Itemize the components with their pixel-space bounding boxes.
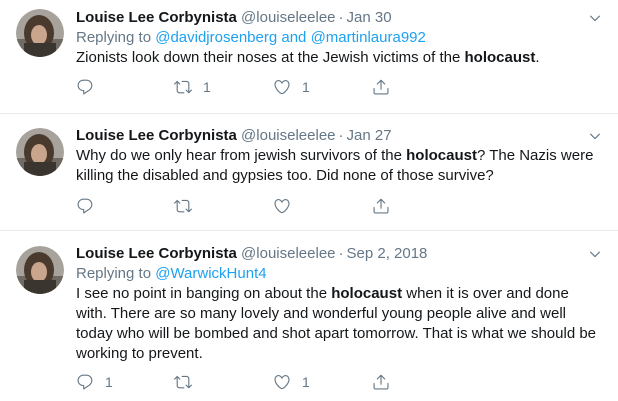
text-segment: I see no point in banging on about the bbox=[76, 285, 332, 302]
mention-link[interactable]: @martinlaura992 bbox=[311, 29, 426, 46]
tweet-actions: 1 1 bbox=[76, 77, 406, 97]
tweet[interactable]: Louise Lee Corbynista @louiseleelee · Sep … bbox=[0, 231, 618, 401]
share-icon bbox=[372, 197, 390, 215]
retweet-icon bbox=[174, 78, 192, 96]
text-segment: Why do we only hear from jewish survivor… bbox=[76, 147, 407, 164]
tweet-date[interactable]: Sep 2, 2018 bbox=[347, 245, 428, 262]
chevron-down-icon[interactable] bbox=[588, 11, 602, 25]
share-button[interactable] bbox=[372, 196, 390, 216]
heart-icon bbox=[273, 197, 291, 215]
like-button[interactable]: 1 bbox=[273, 372, 310, 392]
share-icon bbox=[372, 373, 390, 391]
reply-icon bbox=[76, 197, 94, 215]
separator: · bbox=[338, 245, 344, 262]
avatar[interactable] bbox=[16, 128, 64, 176]
retweet-count: 1 bbox=[203, 79, 211, 95]
chevron-down-icon[interactable] bbox=[588, 247, 602, 261]
text-segment: Zionists look down their noses at the Je… bbox=[76, 49, 465, 66]
tweet-feed: Louise Lee Corbynista @louiseleelee · Jan … bbox=[0, 0, 618, 401]
heart-icon bbox=[273, 373, 291, 391]
display-name[interactable]: Louise Lee Corbynista bbox=[76, 245, 237, 262]
display-name[interactable]: Louise Lee Corbynista bbox=[76, 9, 237, 26]
avatar[interactable] bbox=[16, 9, 64, 57]
tweet-actions: 1 1 bbox=[76, 372, 406, 392]
reply-button[interactable] bbox=[76, 196, 105, 216]
tweet-actions bbox=[76, 196, 406, 216]
like-button[interactable]: 1 bbox=[273, 77, 310, 97]
tweet-header: Louise Lee Corbynista @louiseleelee · Sep … bbox=[76, 244, 598, 264]
like-count: 1 bbox=[302, 374, 310, 390]
like-count: 1 bbox=[302, 79, 310, 95]
share-icon bbox=[372, 78, 390, 96]
heart-icon bbox=[273, 78, 291, 96]
tweet-date[interactable]: Jan 27 bbox=[347, 127, 392, 144]
highlighted-term: holocaust bbox=[464, 49, 536, 66]
reply-count: 1 bbox=[105, 374, 113, 390]
highlighted-term: holocaust bbox=[406, 147, 477, 164]
separator: · bbox=[338, 127, 344, 144]
like-button[interactable] bbox=[273, 196, 302, 216]
retweet-button[interactable] bbox=[174, 372, 203, 392]
handle[interactable]: @louiseleelee bbox=[241, 245, 335, 262]
share-button[interactable] bbox=[372, 372, 390, 392]
replying-to: Replying to @davidjrosenberg and @martin… bbox=[76, 28, 598, 48]
replying-prefix: Replying to bbox=[76, 29, 152, 46]
text-segment: . bbox=[535, 49, 540, 66]
reply-icon bbox=[76, 373, 94, 391]
highlighted-term: holocaust bbox=[331, 285, 403, 302]
handle[interactable]: @louiseleelee bbox=[241, 9, 335, 26]
display-name[interactable]: Louise Lee Corbynista bbox=[76, 127, 237, 144]
reply-icon bbox=[76, 78, 94, 96]
retweet-button[interactable]: 1 bbox=[174, 77, 211, 97]
retweet-button[interactable] bbox=[174, 196, 203, 216]
tweet-header: Louise Lee Corbynista @louiseleelee · Jan … bbox=[76, 8, 598, 28]
retweet-icon bbox=[174, 373, 192, 391]
separator: · bbox=[338, 9, 344, 26]
share-button[interactable] bbox=[372, 77, 390, 97]
handle[interactable]: @louiseleelee bbox=[241, 127, 335, 144]
tweet[interactable]: Louise Lee Corbynista @louiseleelee · Jan … bbox=[0, 0, 618, 114]
reply-button[interactable]: 1 bbox=[76, 372, 113, 392]
tweet-text: Zionists look down their noses at the Je… bbox=[76, 48, 598, 68]
tweet-header: Louise Lee Corbynista @louiseleelee · Jan … bbox=[76, 126, 598, 146]
retweet-icon bbox=[174, 197, 192, 215]
mention-link[interactable]: @davidjrosenberg bbox=[155, 29, 277, 46]
chevron-down-icon[interactable] bbox=[588, 129, 602, 143]
replying-to: Replying to @WarwickHunt4 bbox=[76, 264, 598, 284]
replying-prefix: Replying to bbox=[76, 265, 152, 282]
replying-and[interactable]: and bbox=[281, 29, 306, 46]
tweet-text: Why do we only hear from jewish survivor… bbox=[76, 146, 598, 186]
tweet[interactable]: Louise Lee Corbynista @louiseleelee · Jan … bbox=[0, 114, 618, 231]
mention-link[interactable]: @WarwickHunt4 bbox=[155, 265, 266, 282]
tweet-text: I see no point in banging on about the h… bbox=[76, 284, 598, 364]
avatar[interactable] bbox=[16, 246, 64, 294]
tweet-date[interactable]: Jan 30 bbox=[347, 9, 392, 26]
reply-button[interactable] bbox=[76, 77, 105, 97]
